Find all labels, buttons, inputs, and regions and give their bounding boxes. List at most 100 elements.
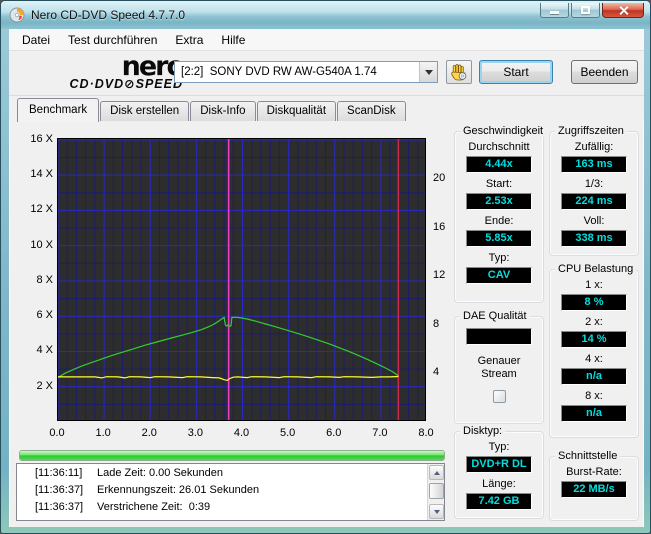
log-text: Verstrichene Zeit: 0:39: [97, 501, 211, 513]
panel-dae-qualitat: DAE Qualität Genauer Stream: [454, 310, 544, 424]
drive-select[interactable]: [2:2] SONY DVD RW AW-G540A 1.74: [174, 61, 438, 83]
scroll-down-button[interactable]: [429, 504, 444, 519]
label-zufallig: Zufällig:: [574, 141, 614, 153]
log-text: Erkennungszeit: 26.01 Sekunden: [97, 484, 260, 496]
value-typ: DVD+R DL: [466, 456, 532, 473]
y-axis-label-12-x: 12 X: [30, 203, 53, 216]
label-1-3: 1/3:: [584, 178, 604, 190]
value-zufallig: 163 ms: [561, 156, 627, 173]
value-start: 2.53x: [466, 193, 532, 210]
panel-title: Disktyp:: [460, 425, 506, 437]
x-axis-label-5-0: 5.0: [279, 427, 296, 439]
value-2-x: 14 %: [561, 331, 627, 348]
panel-zugriffszeiten: Zugriffszeiten Zufällig: 163 ms 1/3: 224 ms V…: [549, 125, 639, 256]
maximize-icon: [581, 6, 590, 14]
log-list[interactable]: [11:36:11] Lade Zeit: 0.00 Sekunden [11:36…: [16, 463, 445, 521]
nero-logo-subtitle: CD·DVD⊘SPEED: [69, 77, 183, 91]
app-icon: [9, 7, 25, 23]
tab-disk-erstellen[interactable]: Disk erstellen: [100, 101, 190, 121]
tab-disk-info[interactable]: Disk-Info: [190, 101, 256, 121]
value-ende: 5.85x: [466, 230, 532, 247]
tab-scandisk[interactable]: ScanDisk: [337, 101, 406, 121]
chevron-down-icon: [424, 69, 433, 75]
eject-disc-button[interactable]: [446, 60, 472, 84]
minimize-button[interactable]: [540, 3, 569, 18]
menu-item-extra[interactable]: Extra: [166, 30, 212, 50]
label-lange: Länge:: [482, 478, 516, 490]
y-axis-label-16-x: 16 X: [30, 132, 53, 145]
x-axis-label-8-0: 8.0: [418, 427, 434, 439]
label-ende: Ende:: [484, 215, 514, 227]
label-start: Start:: [485, 178, 513, 190]
log-timestamp: [11:36:37]: [35, 484, 84, 496]
label-4-x: 4 x:: [585, 353, 603, 365]
tab-benchmark[interactable]: Benchmark: [17, 98, 100, 122]
value-durchschnitt: 4.44x: [466, 156, 532, 173]
x-axis-label-7-0: 7.0: [372, 427, 388, 439]
label-typ: Typ:: [488, 441, 510, 453]
x-axis-label-2-0: 2.0: [141, 427, 157, 439]
log-line: [11:36:37] Erkennungszeit: 26.01 Sekunden: [17, 481, 444, 498]
menu-item-datei[interactable]: Datei: [13, 30, 59, 50]
log-timestamp: [11:36:37]: [35, 501, 84, 513]
minimize-icon: [550, 11, 559, 14]
note-genauer-stream: Genauer Stream: [477, 355, 521, 380]
maximize-button[interactable]: [571, 3, 600, 18]
x-axis-label-3-0: 3.0: [187, 427, 204, 439]
benchmark-tab-page: 2 X 4 X 6 X 8 X 10 X 12 X 14 X 16 X 0.0 1.0 2.0 3.0…: [9, 121, 644, 527]
label-typ: Typ:: [488, 252, 510, 264]
benchmark-chart: 2 X 4 X 6 X 8 X 10 X 12 X 14 X 16 X 0.0 1.0 2.0 3.0…: [10, 121, 456, 447]
title-bar[interactable]: Nero CD-DVD Speed 4.7.7.0: [1, 1, 650, 29]
label-1-x: 1 x:: [585, 279, 603, 291]
panel-title: DAE Qualität: [460, 310, 530, 322]
label-burst-rate: Burst-Rate:: [566, 466, 622, 478]
tab-diskqualitat[interactable]: Diskqualität: [256, 101, 337, 121]
log-scrollbar[interactable]: [427, 464, 444, 520]
x-axis-label-1-0: 1.0: [95, 427, 111, 439]
panel-title: CPU Belastung: [555, 263, 637, 275]
scroll-up-icon: [433, 470, 440, 475]
value-typ: CAV: [466, 267, 532, 284]
y-axis-label-6-x: 6 X: [36, 309, 53, 322]
drive-select-dropdown-button[interactable]: [419, 62, 437, 82]
y-axis-label-14-x: 14 X: [30, 168, 53, 181]
scroll-up-button[interactable]: [429, 465, 444, 480]
tab-strip: Benchmark Disk erstellen Disk-Info Diskqual…: [9, 96, 644, 122]
menu-item-hilfe[interactable]: Hilfe: [212, 30, 254, 50]
panel-geschwindigkeit: Geschwindigkeit Durchschnitt 4.44x Start: 2.…: [454, 125, 547, 303]
label-2-x: 2 x:: [585, 316, 603, 328]
log-timestamp: [11:36:11]: [35, 467, 83, 479]
close-button[interactable]: [602, 3, 644, 18]
x-axis-label-4-0: 4.0: [233, 427, 250, 439]
value-1-x: 8 %: [561, 294, 627, 311]
y-axis-label-8-x: 8 X: [36, 273, 53, 286]
progress-bar-fill: [20, 451, 444, 460]
panel-cpu-belastung: CPU Belastung 1 x: 8 % 2 x: 14 % 4 x: n/a 8 x: n…: [549, 263, 639, 438]
scroll-down-icon: [433, 509, 440, 514]
nero-logo-word: nero: [121, 51, 185, 82]
chart-plot-area: [57, 138, 426, 421]
right-panel-column-2: Zugriffszeiten Zufällig: 163 ms 1/3: 224 ms V…: [549, 121, 639, 527]
log-line: [11:36:37] Verstrichene Zeit: 0:39: [17, 498, 444, 515]
panel-title: Zugriffszeiten: [555, 125, 627, 137]
genauer-stream-checkbox[interactable]: [492, 390, 506, 403]
hand-disc-icon: [451, 64, 467, 81]
log-text: Lade Zeit: 0.00 Sekunden: [97, 467, 223, 479]
menu-bar: Datei Test durchführen Extra Hilfe: [9, 29, 644, 51]
scrollbar-thumb[interactable]: [429, 483, 444, 499]
value-lange: 7.42 GB: [466, 493, 532, 510]
label-8-x: 8 x:: [585, 390, 603, 402]
y-axis-label-10-x: 10 X: [30, 238, 53, 251]
value-1-3: 224 ms: [561, 193, 627, 210]
menu-item-test-durchfuhren[interactable]: Test durchführen: [59, 30, 166, 50]
app-window: Nero CD-DVD Speed 4.7.7.0 Datei Test durc…: [0, 0, 651, 534]
toolbar: nero CD·DVD⊘SPEED [2:2] SONY DVD RW AW-G…: [9, 51, 644, 96]
value-4-x: n/a: [561, 368, 627, 385]
window-title: Nero CD-DVD Speed 4.7.7.0: [31, 8, 186, 22]
log-line: [11:36:11] Lade Zeit: 0.00 Sekunden: [17, 464, 444, 481]
close-icon: [618, 5, 629, 16]
start-button[interactable]: Start: [479, 60, 553, 84]
y-axis-label-4-x: 4 X: [36, 344, 53, 357]
quit-button[interactable]: Beenden: [571, 60, 638, 84]
y-axis-label-2-x: 2 X: [36, 379, 53, 392]
